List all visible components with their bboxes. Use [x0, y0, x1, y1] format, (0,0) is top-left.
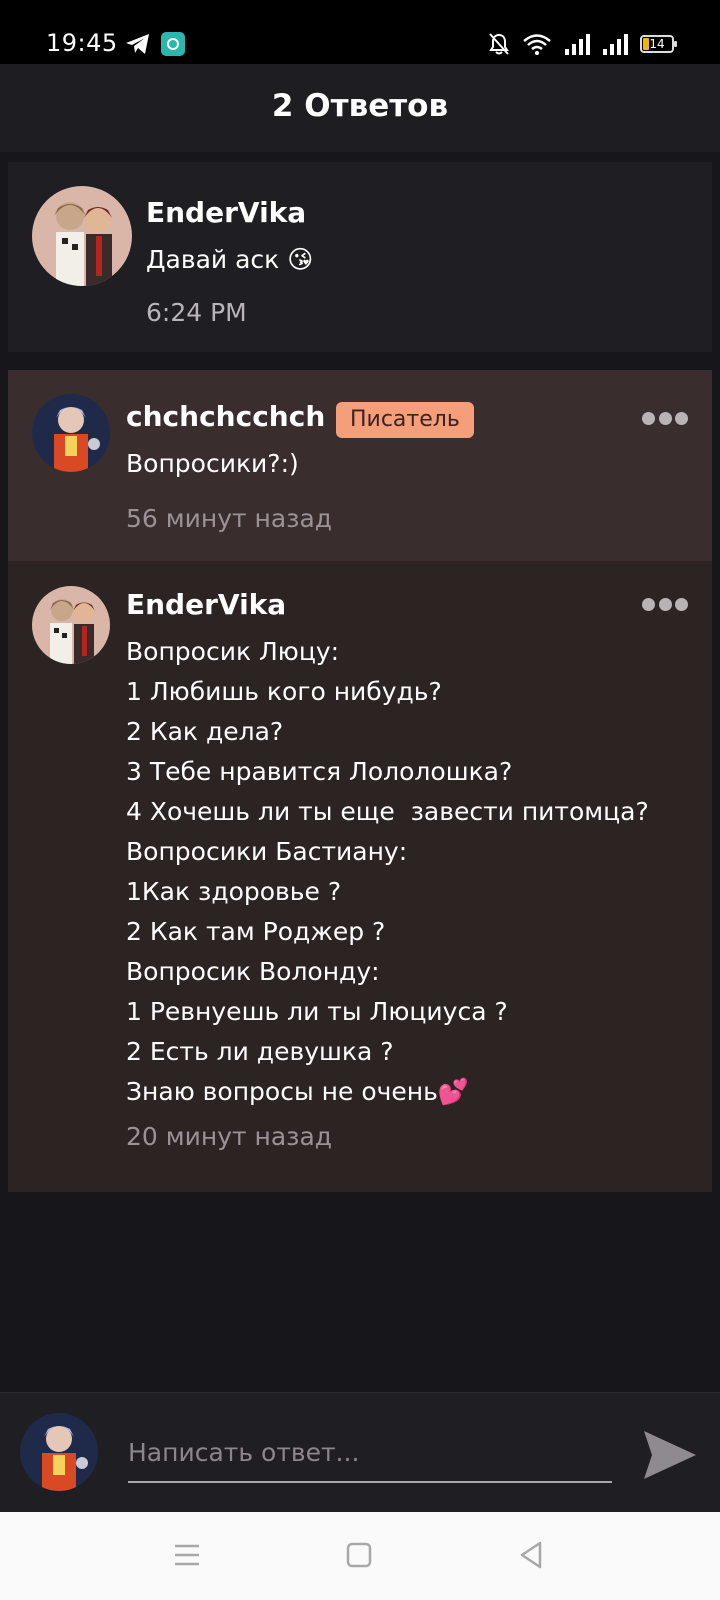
menu-icon[interactable]: [170, 1538, 204, 1572]
text-line: Знаю вопросы не очень💕: [126, 1077, 469, 1106]
comment-time: 6:24 PM: [146, 298, 247, 327]
comment-text: Давай аск 😘: [146, 245, 314, 274]
avatar[interactable]: [20, 1413, 98, 1491]
system-nav-bar: [0, 1512, 720, 1600]
status-bar: 19:45 14: [0, 0, 720, 64]
text-line: Вопросик Волонду:: [126, 957, 380, 986]
role-badge: Писатель: [336, 402, 474, 438]
reply-comment[interactable]: chchchcchch Писатель Вопросики?:) 56 мин…: [8, 370, 712, 562]
avatar-image: [32, 394, 110, 472]
comment-text: Вопросики?:): [126, 449, 299, 478]
header: 2 Ответов: [0, 64, 720, 152]
comment-username[interactable]: EnderVika: [146, 196, 306, 229]
parent-comment[interactable]: EnderVika Давай аск 😘 6:24 PM: [8, 162, 712, 352]
comment-text: Вопросик Люцу: 1 Любишь кого нибудь? 2 К…: [126, 632, 649, 1112]
back-icon[interactable]: [514, 1538, 548, 1572]
text-line: 1 Любишь кого нибудь?: [126, 677, 442, 706]
signal-icon: [565, 34, 590, 55]
comment-time: 20 минут назад: [126, 1122, 333, 1151]
comment-username[interactable]: EnderVika: [126, 588, 286, 621]
bell-off-icon: [489, 33, 509, 55]
status-icons: 14: [488, 31, 677, 57]
text-line: 3 Тебе нравится Лололошка?: [126, 757, 513, 786]
avatar-image: [20, 1413, 98, 1491]
telegram-icon: [126, 34, 149, 54]
avatar[interactable]: [32, 586, 110, 664]
avatar[interactable]: [32, 186, 132, 286]
text-line: Вопросики Бастиану:: [126, 837, 408, 866]
signal-icon: [603, 34, 628, 55]
avatar-image: [32, 586, 110, 664]
text-line: 1Как здоровье ?: [126, 877, 342, 906]
text-line: 2 Как там Роджер ?: [126, 917, 386, 946]
status-time: 19:45: [46, 29, 118, 57]
text-line: 2 Как дела?: [126, 717, 284, 746]
text-line: 1 Ревнуешь ли ты Люциуса ?: [126, 997, 508, 1026]
reply-input[interactable]: [128, 1419, 612, 1483]
reply-comment[interactable]: EnderVika Вопросик Люцу: 1 Любишь кого н…: [8, 562, 712, 1192]
home-icon[interactable]: [342, 1538, 376, 1572]
reply-bar: [0, 1392, 720, 1512]
text-line: 2 Есть ли девушка ?: [126, 1037, 394, 1066]
app-notification-icon: [161, 32, 185, 56]
text-line: 4 Хочешь ли ты еще завести питомца?: [126, 797, 649, 826]
comment-username[interactable]: chchchcchch: [126, 400, 325, 433]
send-icon[interactable]: [640, 1425, 700, 1485]
page-title: 2 Ответов: [271, 88, 449, 124]
avatar-image: [32, 186, 132, 286]
battery-level: 14: [649, 37, 665, 51]
battery-icon: 14: [640, 35, 677, 53]
wifi-icon: [523, 34, 551, 55]
more-options-button[interactable]: [642, 408, 688, 428]
text-line: Вопросик Люцу:: [126, 637, 340, 666]
comment-time: 56 минут назад: [126, 504, 333, 533]
avatar[interactable]: [32, 394, 110, 472]
more-options-button[interactable]: [642, 594, 688, 614]
